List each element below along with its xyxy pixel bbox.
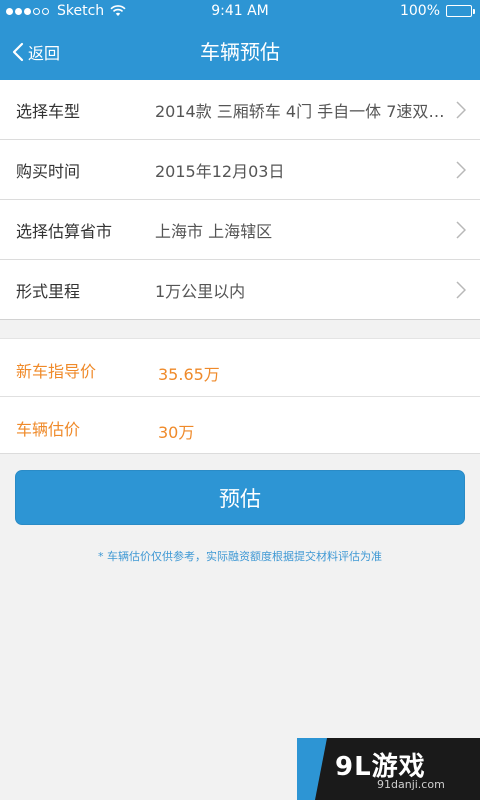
msrp-value: 35.65万 xyxy=(158,365,220,384)
watermark-logo: 9L游戏 91danji.com xyxy=(297,738,480,800)
chevron-right-icon xyxy=(456,221,466,239)
chevron-right-icon xyxy=(456,101,466,119)
select-model-row[interactable]: 选择车型 2014款 三厢轿车 4门 手自一体 7速双离合 xyxy=(0,80,480,140)
price-section: 新车指导价 35.65万 车辆估价 30万 xyxy=(0,338,480,454)
estimate-row: 车辆估价 30万 xyxy=(0,396,480,453)
chevron-right-icon xyxy=(456,161,466,179)
watermark-site: 91danji.com xyxy=(377,778,445,791)
msrp-row: 新车指导价 35.65万 xyxy=(0,339,480,396)
vehicle-form: 选择车型 2014款 三厢轿车 4门 手自一体 7速双离合 购买时间 2015年… xyxy=(0,80,480,320)
chevron-left-icon xyxy=(12,42,24,62)
row-label: 选择估算省市 xyxy=(16,221,113,241)
msrp-label: 新车指导价 xyxy=(16,362,97,381)
estimate-label: 车辆估价 xyxy=(16,420,81,439)
battery-percent: 100% xyxy=(399,3,440,19)
select-city-row[interactable]: 选择估算省市 上海市 上海辖区 xyxy=(0,200,480,260)
page-title: 车辆预估 xyxy=(200,40,280,64)
estimate-button[interactable]: 预估 xyxy=(15,470,465,525)
row-value: 1万公里以内 xyxy=(155,281,246,301)
battery-icon xyxy=(446,5,475,17)
nav-bar: 返回 车辆预估 xyxy=(0,24,480,80)
back-label: 返回 xyxy=(28,44,61,63)
row-value: 上海市 上海辖区 xyxy=(155,221,273,241)
watermark-stripe xyxy=(297,738,327,800)
battery-group: 100% xyxy=(399,3,475,19)
row-label: 选择车型 xyxy=(16,101,81,121)
chevron-right-icon xyxy=(456,281,466,299)
back-button[interactable]: 返回 xyxy=(12,24,60,80)
row-label: 购买时间 xyxy=(16,161,81,181)
purchase-date-row[interactable]: 购买时间 2015年12月03日 xyxy=(0,140,480,200)
mileage-row[interactable]: 形式里程 1万公里以内 xyxy=(0,260,480,320)
row-value: 2014款 三厢轿车 4门 手自一体 7速双离合 xyxy=(155,101,452,121)
disclaimer-text: * 车辆估价仅供参考，实际融资额度根据提交材料评估为准 xyxy=(98,550,382,563)
estimate-value: 30万 xyxy=(158,423,195,442)
row-value: 2015年12月03日 xyxy=(155,161,285,181)
row-label: 形式里程 xyxy=(16,281,81,301)
status-bar: Sketch 9:41 AM 100% xyxy=(0,0,480,24)
